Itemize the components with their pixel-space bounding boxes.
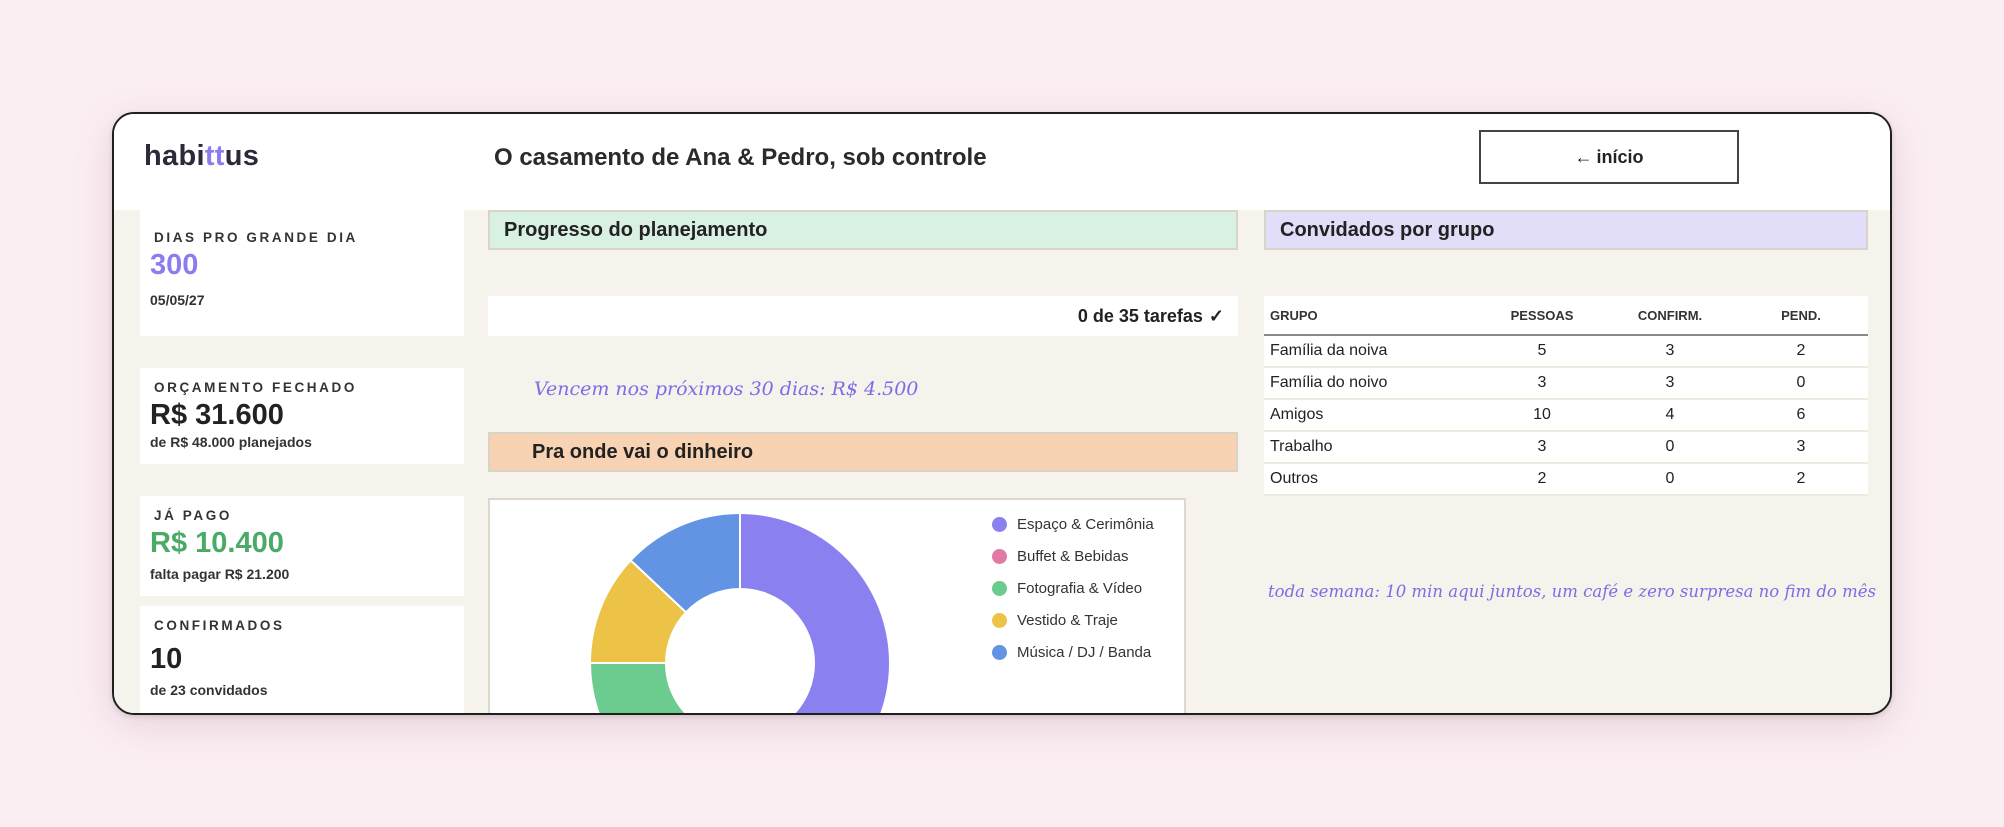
cell-group: Outros — [1270, 470, 1319, 487]
legend-label: Buffet & Bebidas — [1017, 548, 1129, 565]
tasks-progress: 0 de 35 tarefas ✓ — [488, 296, 1238, 336]
home-button[interactable]: ← início — [1479, 130, 1739, 184]
weekly-note: toda semana: 10 min aqui juntos, um café… — [1268, 582, 1876, 601]
kpi-confirmed-label: CONFIRMADOS — [154, 618, 285, 633]
cell-group: Amigos — [1270, 406, 1324, 423]
cell-pending: 2 — [1796, 470, 1806, 487]
donut-slice-1[interactable] — [739, 511, 891, 715]
due-note: Vencem nos próximos 30 dias: R$ 4.500 — [534, 378, 919, 400]
cell-confirmed: 3 — [1665, 342, 1675, 359]
money-section-header: Pra onde vai o dinheiro — [488, 432, 1238, 472]
column-header-pending: PEND. — [1781, 307, 1821, 323]
check-icon: ✓ — [1208, 305, 1224, 326]
kpi-confirmed-sub: de 23 convidados — [150, 682, 268, 698]
table-header-row: GRUPO PESSOAS CONFIRM. PEND. — [1264, 296, 1868, 336]
cell-confirmed: 3 — [1665, 374, 1675, 391]
cell-confirmed: 0 — [1665, 470, 1675, 487]
table-row[interactable]: Amigos 10 4 6 — [1264, 400, 1868, 432]
legend-label: Vestido & Traje — [1017, 612, 1118, 629]
kpi-days-value: 300 — [150, 249, 199, 281]
kpi-budget-card: ORÇAMENTO FECHADO R$ 31.600 de R$ 48.000… — [140, 368, 464, 464]
cell-people: 2 — [1537, 470, 1547, 487]
legend-label: Espaço & Cerimônia — [1017, 516, 1154, 533]
table-row[interactable]: Outros 2 0 2 — [1264, 464, 1868, 496]
legend-item[interactable]: Fotografia & Vídeo — [992, 580, 1142, 597]
column-header-people: PESSOAS — [1510, 307, 1574, 323]
app-window: habittus O casamento de Ana & Pedro, sob… — [112, 112, 1892, 715]
kpi-confirmed-card: CONFIRMADOS 10 de 23 convidados — [140, 606, 464, 713]
logo-text-accent: tt — [204, 140, 225, 172]
cell-pending: 0 — [1796, 374, 1806, 391]
column-header-group: GRUPO — [1270, 307, 1318, 323]
tasks-progress-text: 0 de 35 tarefas — [1077, 305, 1203, 326]
table-row[interactable]: Família da noiva 5 3 2 — [1264, 336, 1868, 368]
kpi-days-card: DIAS PRO GRANDE DIA 300 05/05/27 — [140, 210, 464, 336]
legend-label: Música / DJ / Banda — [1017, 644, 1152, 661]
dashboard-content: DIAS PRO GRANDE DIA 300 05/05/27 ORÇAMEN… — [114, 210, 1890, 715]
cell-pending: 6 — [1796, 406, 1806, 423]
legend-swatch — [992, 645, 1007, 660]
kpi-paid-card: JÁ PAGO R$ 10.400 falta pagar R$ 21.200 — [140, 496, 464, 596]
home-button-label: início — [1596, 146, 1644, 167]
kpi-days-date: 05/05/27 — [150, 292, 205, 308]
legend-item[interactable]: Vestido & Traje — [992, 612, 1118, 629]
legend-swatch — [992, 613, 1007, 628]
planning-section-header: Progresso do planejamento — [488, 210, 1238, 250]
cell-pending: 3 — [1796, 438, 1806, 455]
column-header-confirmed: CONFIRM. — [1637, 307, 1703, 323]
legend-item[interactable]: Música / DJ / Banda — [992, 644, 1151, 661]
cell-group: Trabalho — [1270, 438, 1333, 455]
kpi-paid-value: R$ 10.400 — [150, 527, 284, 559]
kpi-paid-label: JÁ PAGO — [154, 508, 232, 523]
arrow-left-icon: ← — [1574, 146, 1593, 167]
cell-confirmed: 0 — [1665, 438, 1675, 455]
kpi-budget-value: R$ 31.600 — [150, 399, 284, 431]
guests-table: GRUPO PESSOAS CONFIRM. PEND. Família da … — [1264, 296, 1868, 496]
page-title: O casamento de Ana & Pedro, sob controle — [494, 144, 987, 171]
legend-item[interactable]: Buffet & Bebidas — [992, 548, 1128, 565]
legend-item[interactable]: Espaço & Cerimônia — [992, 516, 1154, 533]
budget-donut-chart: Espaço & Cerimônia Buffet & Bebidas Fotogr… — [488, 498, 1186, 715]
cell-group: Família do noivo — [1270, 374, 1388, 391]
kpi-paid-sub: falta pagar R$ 21.200 — [150, 566, 290, 582]
legend-swatch — [992, 517, 1007, 532]
legend-label: Fotografia & Vídeo — [1017, 580, 1143, 597]
legend-swatch — [992, 549, 1007, 564]
kpi-confirmed-value: 10 — [150, 643, 183, 675]
cell-pending: 2 — [1796, 342, 1806, 359]
cell-people: 3 — [1537, 438, 1547, 455]
cell-confirmed: 4 — [1665, 406, 1675, 423]
kpi-budget-label: ORÇAMENTO FECHADO — [154, 380, 357, 395]
logo-text-end: us — [224, 140, 260, 172]
donut-slice-3[interactable] — [588, 662, 717, 715]
cell-people: 5 — [1537, 342, 1547, 359]
table-row[interactable]: Família do noivo 3 3 0 — [1264, 368, 1868, 400]
kpi-budget-sub: de R$ 48.000 planejados — [150, 434, 312, 450]
cell-group: Família da noiva — [1270, 342, 1388, 359]
habittus-logo[interactable]: habittus — [144, 140, 259, 173]
legend-swatch — [992, 581, 1007, 596]
table-row[interactable]: Trabalho 3 0 3 — [1264, 432, 1868, 464]
logo-text-start: habi — [144, 140, 205, 172]
kpi-days-label: DIAS PRO GRANDE DIA — [154, 230, 358, 245]
top-header: habittus O casamento de Ana & Pedro, sob… — [114, 114, 1890, 210]
cell-people: 10 — [1533, 406, 1551, 423]
cell-people: 3 — [1537, 374, 1547, 391]
guests-section-header: Convidados por grupo — [1264, 210, 1868, 250]
